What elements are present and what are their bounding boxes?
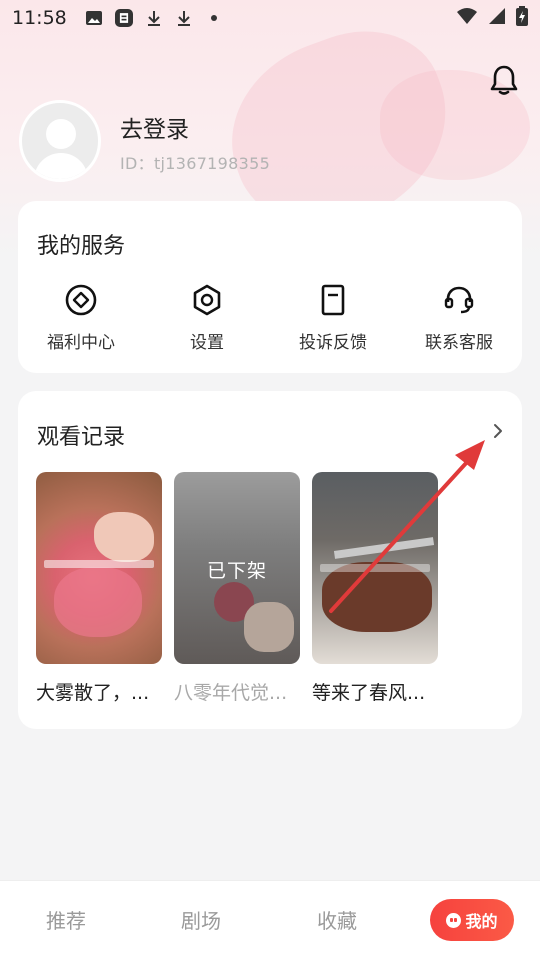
history-video-item[interactable]: 等来了春风... xyxy=(312,472,438,705)
history-video-item[interactable]: 已下架 八零年代觉... xyxy=(174,472,300,705)
service-label: 设置 xyxy=(190,333,224,353)
document-icon xyxy=(321,284,345,316)
signal-icon xyxy=(488,7,506,30)
bell-icon[interactable] xyxy=(489,64,519,96)
nav-recommend[interactable]: 推荐 xyxy=(46,905,86,934)
download-icon xyxy=(175,9,193,27)
headset-icon xyxy=(444,286,474,314)
app-badge-icon xyxy=(114,9,133,27)
services-title: 我的服务 xyxy=(37,234,126,259)
user-id: ID：tj1367198355 xyxy=(120,154,271,173)
watch-history-card: 观看记录 大雾散了，... 已下架 八零年代觉... 等来了春风... xyxy=(18,391,522,729)
service-settings[interactable]: 设置 xyxy=(157,283,257,353)
service-customer-support[interactable]: 联系客服 xyxy=(409,283,509,353)
nav-favorites[interactable]: 收藏 xyxy=(317,905,357,934)
diamond-circle-icon xyxy=(65,284,97,316)
battery-charging-icon xyxy=(516,5,528,31)
bottom-nav: 推荐 剧场 收藏 我的 xyxy=(0,880,540,960)
history-video-item[interactable]: 大雾散了，... xyxy=(36,472,162,705)
hexagon-settings-icon xyxy=(193,284,221,316)
video-thumbnail[interactable] xyxy=(36,472,162,664)
video-title: 等来了春风... xyxy=(312,682,426,704)
video-thumbnail[interactable]: 已下架 xyxy=(174,472,300,664)
history-title: 观看记录 xyxy=(37,425,126,450)
video-title: 大雾散了，... xyxy=(36,682,150,704)
chevron-right-icon[interactable] xyxy=(490,421,506,441)
nav-mine[interactable]: 我的 xyxy=(430,899,514,941)
service-label: 投诉反馈 xyxy=(299,333,367,353)
video-thumbnail[interactable] xyxy=(312,472,438,664)
removed-overlay-label: 已下架 xyxy=(206,560,267,582)
mine-icon xyxy=(446,912,462,928)
login-link[interactable]: 去登录 xyxy=(120,110,189,144)
service-label: 福利中心 xyxy=(47,333,115,353)
service-feedback[interactable]: 投诉反馈 xyxy=(283,283,383,353)
service-welfare-center[interactable]: 福利中心 xyxy=(31,283,131,353)
nav-theater[interactable]: 剧场 xyxy=(181,905,221,934)
dot-icon xyxy=(205,9,223,27)
status-bar: 11:58 xyxy=(0,0,540,36)
avatar[interactable] xyxy=(19,100,101,182)
video-title: 八零年代觉... xyxy=(174,682,288,704)
service-label: 联系客服 xyxy=(425,333,493,353)
download-icon xyxy=(145,9,163,27)
services-card: 我的服务 福利中心 设置 投诉反馈 联系客服 xyxy=(18,201,522,373)
status-time: 11:58 xyxy=(12,7,67,29)
nav-mine-label: 我的 xyxy=(465,912,498,931)
wifi-icon xyxy=(456,7,478,30)
image-icon xyxy=(85,9,103,27)
